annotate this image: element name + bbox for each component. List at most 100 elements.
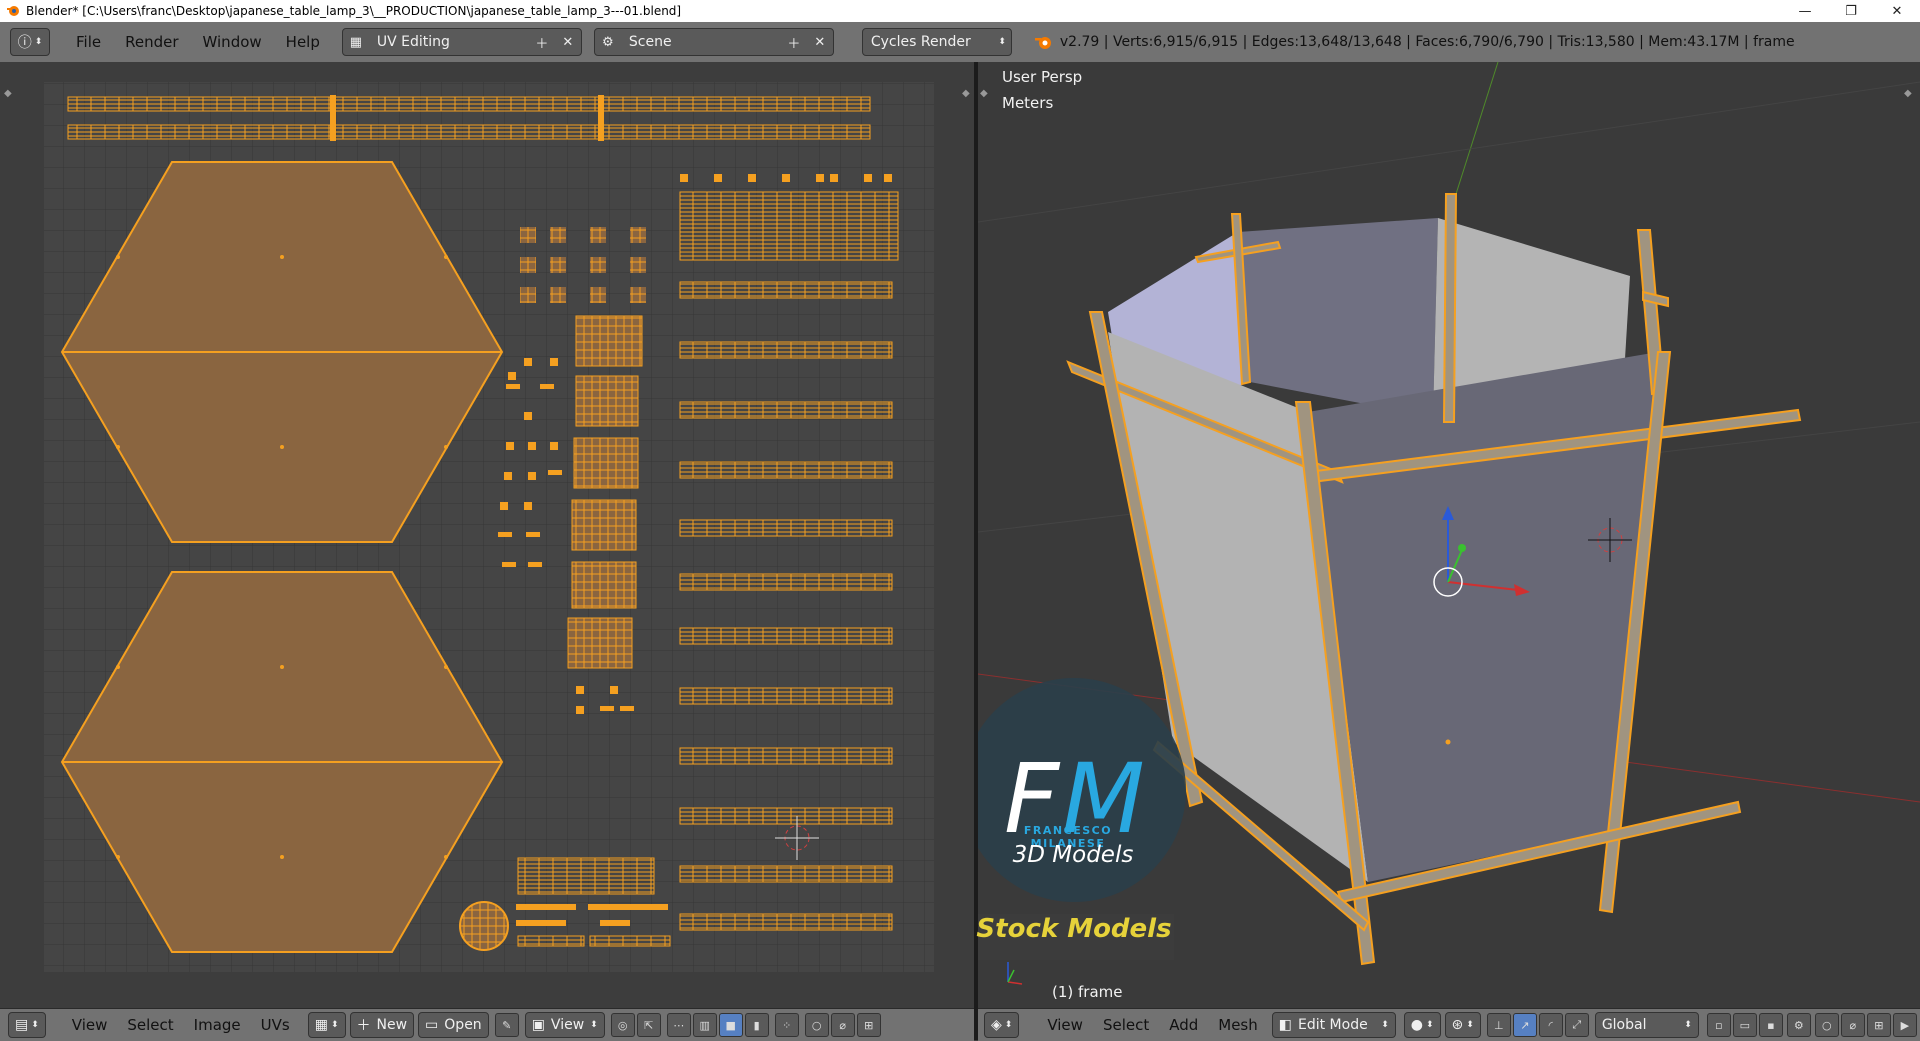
dropdown-arrow-icon: ⬍ [998, 37, 1006, 47]
expand-properties-icon[interactable]: ◆ [962, 88, 970, 99]
viewport-editor-type-button[interactable]: ◈ ⬍ [984, 1012, 1020, 1038]
expand-tools-icon[interactable]: ◆ [980, 88, 988, 99]
image-icon: ▦ [314, 1017, 328, 1033]
viewport-menu-mesh[interactable]: Mesh [1208, 1016, 1268, 1034]
rotate-manipulator-icon[interactable]: ◜ [1538, 1013, 1563, 1037]
menu-help[interactable]: Help [274, 28, 332, 56]
uv-menu-select[interactable]: Select [117, 1016, 183, 1034]
viewport-menu-select[interactable]: Select [1093, 1016, 1159, 1034]
translate-manipulator-icon[interactable]: ↗ [1512, 1013, 1537, 1037]
sync-selection-icon[interactable]: ⇱ [636, 1013, 661, 1037]
blender-logo-icon [7, 6, 19, 16]
edge-select-icon[interactable]: ▥ [692, 1013, 717, 1037]
info-header: ⓘ ⬍ File Render Window Help ▦ UV Editing … [0, 22, 1920, 63]
view-perspective-label: User Persp [1002, 68, 1083, 86]
remove-scene-icon[interactable]: ✕ [807, 29, 833, 55]
uv-editor-area[interactable]: ◆ ◆ [0, 62, 974, 1008]
uv-editor-header: ▤ ⬍ View Select Image UVs ▦ ⬍ ＋ New ▭ Open ✎… [0, 1008, 974, 1041]
view-mode-label: View [550, 1017, 585, 1033]
open-image-button[interactable]: ▭ Open [418, 1012, 489, 1038]
menu-window[interactable]: Window [191, 28, 274, 56]
uv-editor-type-button[interactable]: ▤ ⬍ [8, 1012, 46, 1038]
close-button[interactable]: ✕ [1874, 0, 1920, 22]
window-titlebar: Blender* [C:\Users\franc\Desktop\japanes… [0, 0, 1920, 22]
3d-view-icon: ◈ [991, 1017, 1002, 1033]
orientation-dropdown[interactable]: Global ⬍ [1594, 1012, 1699, 1038]
plus-icon: ＋ [356, 1018, 371, 1034]
editor-type-button[interactable]: ⓘ ⬍ [10, 28, 50, 56]
info-icon: ⓘ [17, 35, 32, 51]
viewport-menu-add[interactable]: Add [1159, 1016, 1208, 1034]
island-select-icon[interactable]: ▮ [744, 1013, 769, 1037]
snap-target-icon[interactable]: ⊞ [856, 1013, 881, 1037]
updown-icon: ⬍ [330, 1020, 339, 1030]
mode-dropdown[interactable]: ◧ Edit Mode ⬍ [1271, 1012, 1396, 1038]
new-image-button[interactable]: ＋ New [349, 1012, 415, 1038]
layout-name: UV Editing [376, 34, 450, 50]
dropdown-arrow-icon: ⬍ [1684, 1020, 1692, 1030]
expand-properties-icon[interactable]: ◆ [1904, 88, 1912, 99]
pivot-icon: ⊛ [1451, 1017, 1464, 1033]
scene-selector[interactable]: ⚙ Scene ＋ ✕ [593, 28, 834, 56]
object-origin-icon [1445, 739, 1451, 745]
view-mode-dropdown[interactable]: ▣ View ⬍ [524, 1012, 605, 1038]
solid-shading-icon: ● [1410, 1017, 1423, 1033]
uv-canvas[interactable]: ◆ ◆ [0, 62, 974, 1008]
viewport-menu-view[interactable]: View [1037, 1016, 1093, 1034]
render-icon[interactable]: ▶ [1892, 1013, 1917, 1037]
scene-name: Scene [628, 34, 672, 50]
snap-icon[interactable]: ⌀ [1840, 1013, 1865, 1037]
3d-viewport-area[interactable]: ◆ ◆ F M User Persp Meters (1) frame FRAN… [962, 61, 1920, 1008]
snap-element-icon[interactable]: ⊞ [1866, 1013, 1891, 1037]
render-engine-label: Cycles Render [870, 34, 971, 50]
window-title: Blender* [C:\Users\franc\Desktop\japanes… [26, 4, 682, 18]
layout-selector[interactable]: ▦ UV Editing ＋ ✕ [341, 28, 582, 56]
new-image-label: New [376, 1017, 408, 1033]
watermark-banner: Stock Models [976, 914, 1172, 944]
pivot-dropdown[interactable]: ⊛ ⬍ [1444, 1012, 1481, 1038]
units-label: Meters [1002, 94, 1054, 112]
face-select-icon[interactable]: ■ [718, 1013, 743, 1037]
face-select-mode-icon[interactable]: ▪ [1758, 1013, 1783, 1037]
shading-dropdown[interactable]: ● ⬍ [1403, 1012, 1441, 1038]
mode-label: Edit Mode [1298, 1017, 1368, 1033]
image-editor-icon: ▤ [15, 1017, 29, 1033]
add-scene-icon[interactable]: ＋ [781, 29, 807, 55]
add-layout-icon[interactable]: ＋ [529, 29, 555, 55]
layout-icon: ▦ [349, 34, 363, 50]
limit-selection-icon[interactable]: ⚙ [1786, 1013, 1811, 1037]
manipulator-toggle-icon[interactable]: ⊥ [1486, 1013, 1511, 1037]
uv-menu-view[interactable]: View [62, 1016, 118, 1034]
snap-icon[interactable]: ⌀ [830, 1013, 855, 1037]
menu-file[interactable]: File [64, 28, 113, 56]
image-browse-button[interactable]: ▦ ⬍ [307, 1012, 346, 1038]
updown-icon: ⬍ [34, 37, 43, 47]
scene-icon: ⚙ [602, 34, 614, 50]
menu-render[interactable]: Render [113, 28, 190, 56]
updown-icon: ⬍ [1466, 1020, 1474, 1030]
scale-manipulator-icon[interactable]: ⤢ [1564, 1013, 1589, 1037]
sticky-mode-icon[interactable]: ⁘ [774, 1013, 799, 1037]
proportional-edit-icon[interactable]: ○ [804, 1013, 829, 1037]
proportional-edit-icon[interactable]: ○ [1814, 1013, 1839, 1037]
updown-icon: ⬍ [1004, 1020, 1013, 1030]
render-engine-dropdown[interactable]: Cycles Render ⬍ [861, 28, 1012, 56]
pivot-icon[interactable]: ◎ [610, 1013, 635, 1037]
3d-viewport-header: ◈ ⬍ View Select Add Mesh ◧ Edit Mode ⬍ ● ⬍ ⊛… [978, 1008, 1920, 1041]
blender-logo-icon [1034, 37, 1051, 49]
maximize-button[interactable]: ❐ [1828, 0, 1874, 22]
expand-tools-icon[interactable]: ◆ [4, 88, 12, 99]
vertex-select-icon[interactable]: ⋯ [666, 1013, 691, 1037]
pin-icon[interactable]: ✎ [494, 1013, 519, 1037]
minimize-button[interactable]: — [1782, 0, 1828, 22]
updown-icon: ⬍ [31, 1020, 39, 1030]
watermark-subtitle: 3D Models [1012, 842, 1134, 868]
orientation-label: Global [1601, 1017, 1647, 1033]
remove-layout-icon[interactable]: ✕ [555, 29, 581, 55]
uv-menu-uvs[interactable]: UVs [251, 1016, 300, 1034]
vertex-select-mode-icon[interactable]: ▫ [1706, 1013, 1731, 1037]
view-mode-icon: ▣ [531, 1017, 545, 1033]
edge-select-mode-icon[interactable]: ▭ [1732, 1013, 1757, 1037]
uv-menu-image[interactable]: Image [184, 1016, 251, 1034]
updown-icon: ⬍ [1425, 1020, 1434, 1030]
